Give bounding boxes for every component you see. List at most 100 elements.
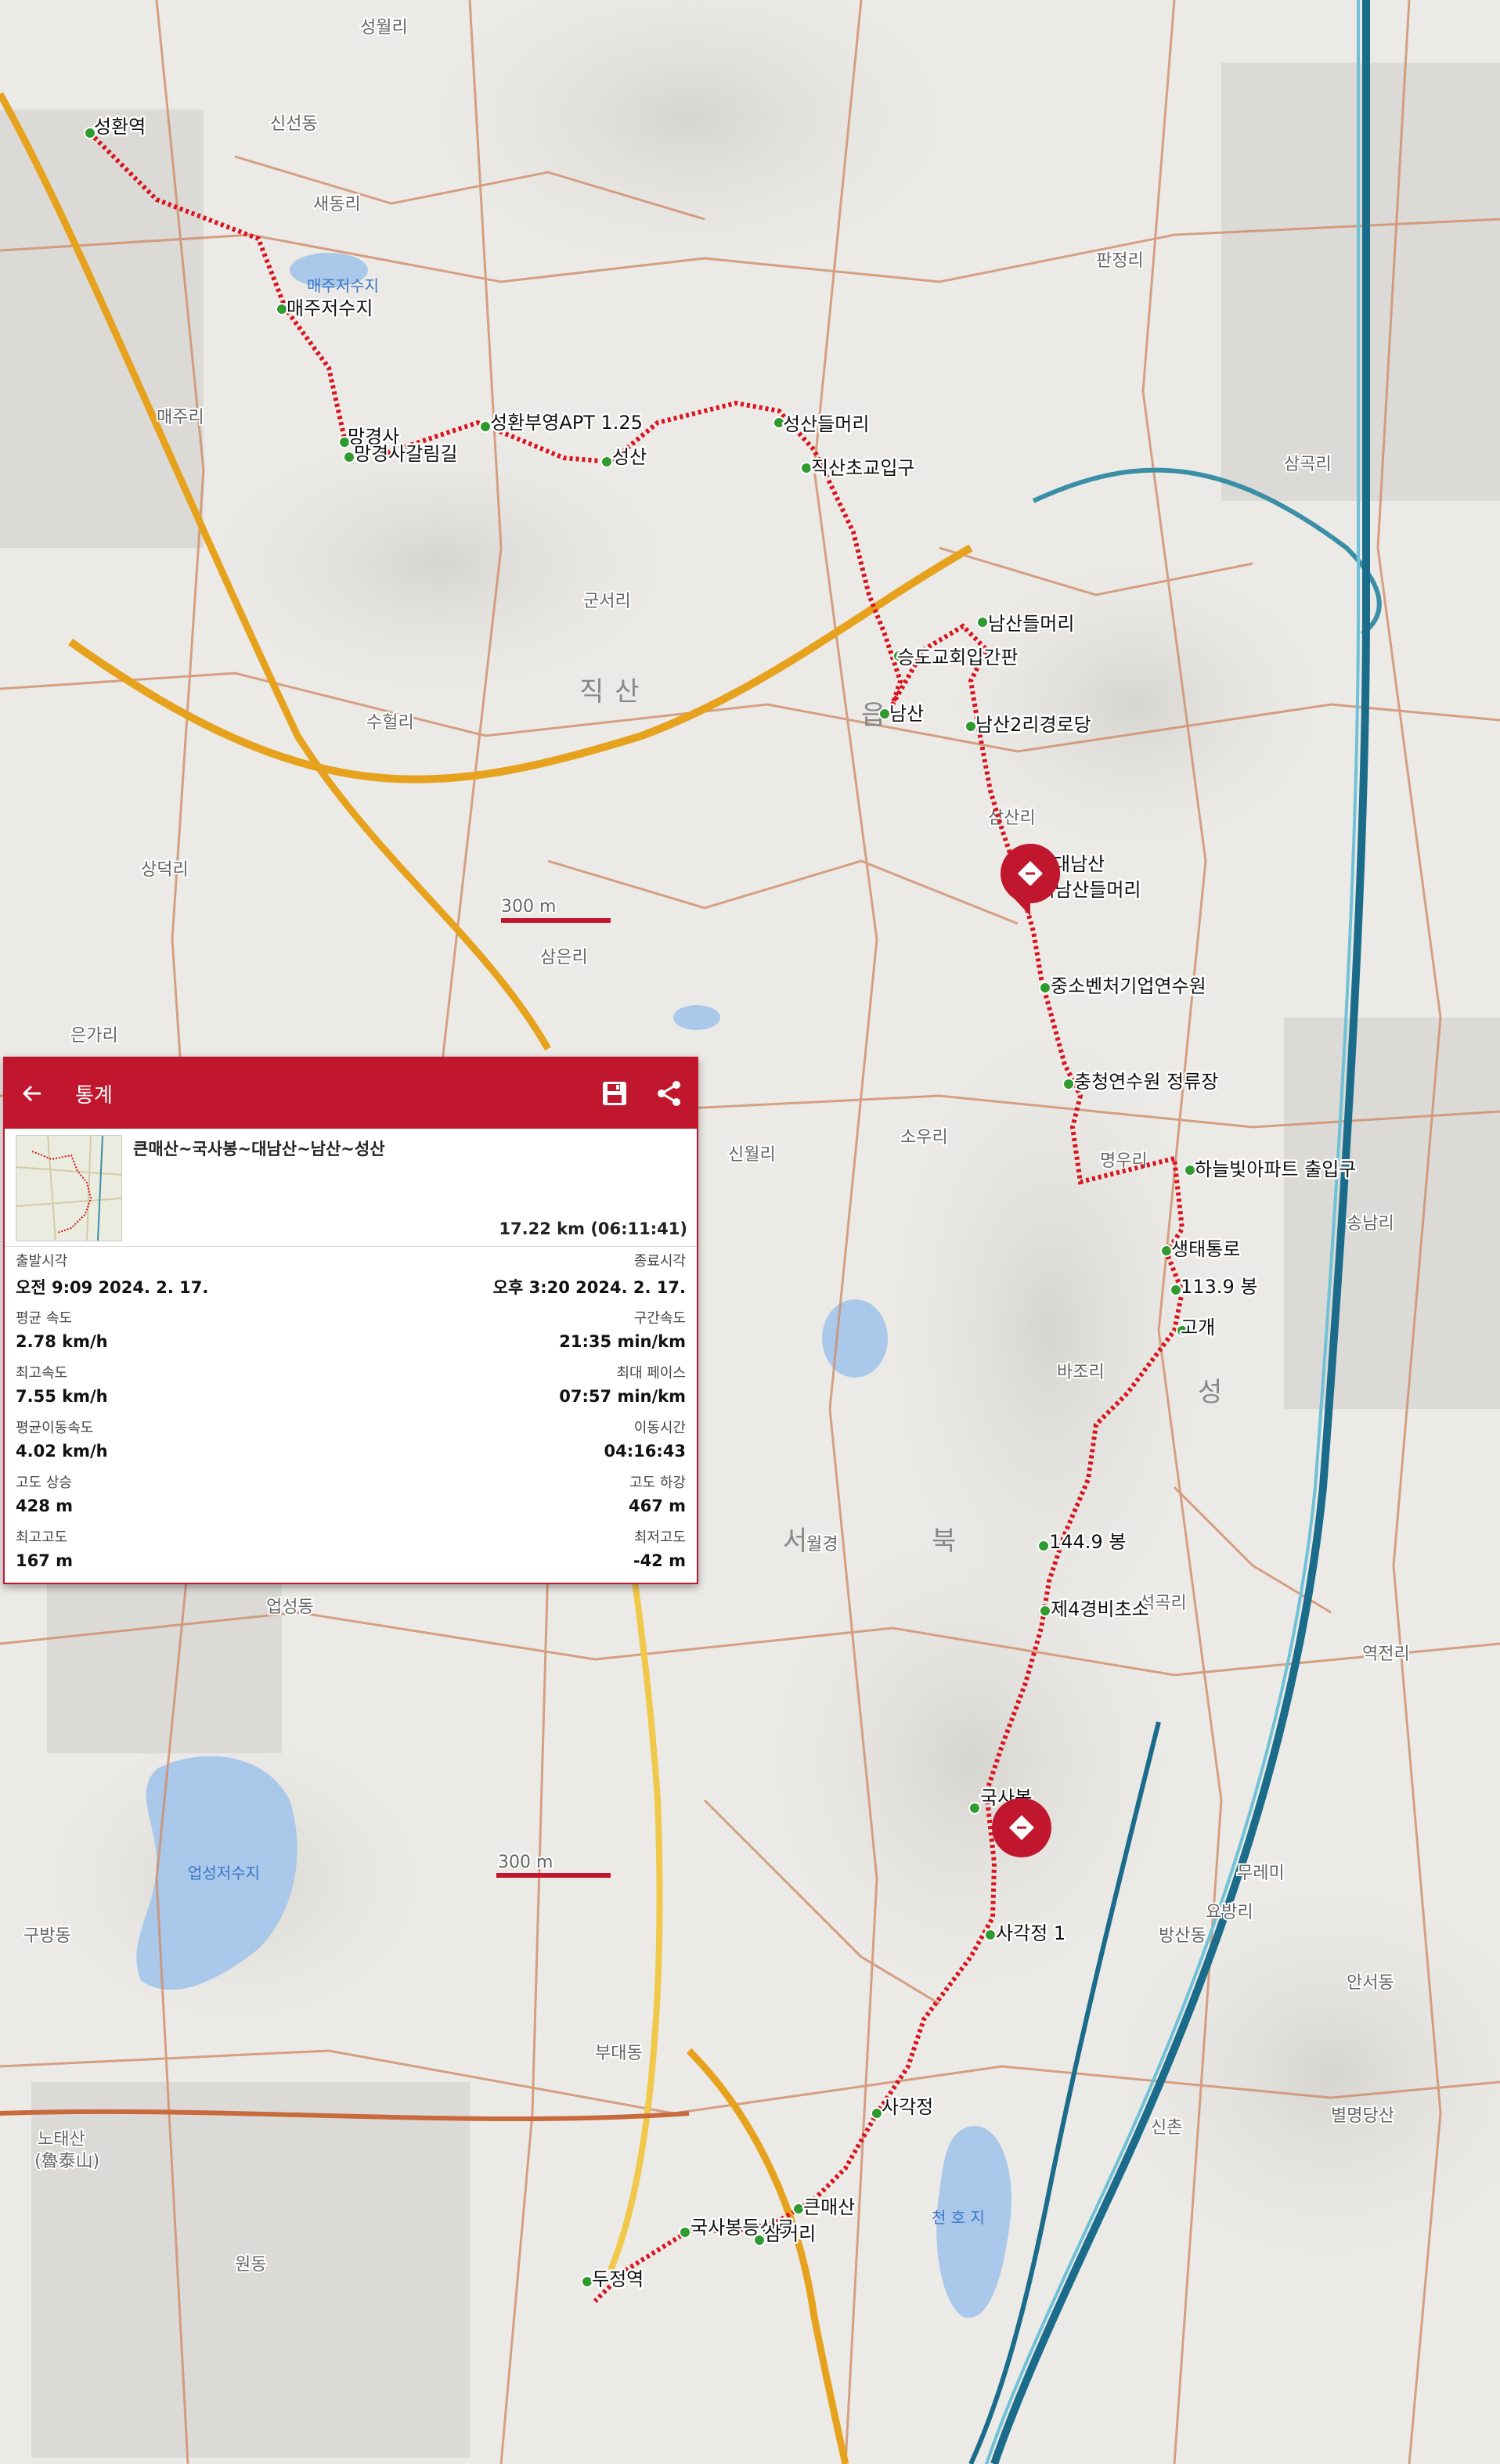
start-time-value: 오전 9:09 2024. 2. 17. bbox=[16, 1278, 209, 1297]
waypoint-label: 113.9 봉 bbox=[1181, 1276, 1257, 1298]
avg-moving-speed-label: 평균이동속도 bbox=[16, 1420, 94, 1436]
track-name: 큰매산~국사봉~대남산~남산~성산 bbox=[133, 1140, 385, 1158]
statistics-panel: 통계 큰매산~국사봉~대남산~남산~성산 17.22 km (06:11:41)… bbox=[3, 1057, 698, 1584]
waypoint-label: 두정역 bbox=[592, 2268, 644, 2290]
save-button[interactable] bbox=[587, 1058, 642, 1129]
svg-text:북: 북 bbox=[932, 1526, 967, 1557]
svg-text:요방리: 요방리 bbox=[1206, 1903, 1253, 1922]
track-thumbnail bbox=[16, 1135, 122, 1241]
waypoint-label: 고개 bbox=[1181, 1317, 1215, 1338]
arrow-left-icon bbox=[22, 1085, 41, 1102]
start-time-label: 출발시각 bbox=[16, 1253, 68, 1270]
svg-text:군서리: 군서리 bbox=[583, 592, 631, 611]
svg-text:신월리: 신월리 bbox=[728, 1145, 776, 1165]
svg-text:무레미: 무레미 bbox=[1237, 1864, 1285, 1883]
avg-moving-speed-value: 4.02 km/h bbox=[16, 1442, 108, 1461]
waypoint-label: 성환부영APT 1.25 bbox=[490, 412, 643, 434]
svg-text:원동: 원동 bbox=[235, 2255, 266, 2275]
svg-text:직산: 직산 bbox=[579, 676, 651, 708]
elevation-gain-label: 고도 상승 bbox=[16, 1475, 72, 1491]
svg-text:은가리: 은가리 bbox=[70, 1026, 118, 1046]
svg-text:판정리: 판정리 bbox=[1096, 251, 1144, 271]
stat-row: 고도 상승 428 m 고도 하강 467 m bbox=[16, 1466, 686, 1521]
svg-text:매주저수지: 매주저수지 bbox=[307, 276, 379, 295]
waypoint-label: 생태통로 bbox=[1171, 1238, 1240, 1260]
svg-text:매주리: 매주리 bbox=[157, 408, 204, 427]
svg-text:(魯泰山): (魯泰山) bbox=[34, 2152, 99, 2171]
min-altitude-label: 최저고도 bbox=[633, 1529, 686, 1546]
waypoint-label: 성환역 bbox=[94, 116, 146, 138]
avg-speed-value: 2.78 km/h bbox=[16, 1332, 108, 1351]
max-speed-label: 최고속도 bbox=[16, 1365, 68, 1381]
stat-row: 출발시각오전 9:09 2024. 2. 17. 종료시각오후 3:20 202… bbox=[16, 1247, 686, 1302]
waypoint-label: 144.9 봉 bbox=[1049, 1531, 1126, 1553]
waypoint-label: 성산 bbox=[612, 446, 647, 468]
svg-text:천 호 지: 천 호 지 bbox=[932, 2208, 985, 2227]
elevation-loss-label: 고도 하강 bbox=[629, 1475, 686, 1491]
svg-text:신촌: 신촌 bbox=[1151, 2118, 1182, 2138]
end-time-label: 종료시각 bbox=[633, 1253, 686, 1270]
waypoint-label: 사각정 1 bbox=[996, 1922, 1066, 1944]
track-distance: 17.22 km (06:11:41) bbox=[499, 1219, 687, 1238]
svg-text:성월리: 성월리 bbox=[360, 18, 408, 38]
waypoint-label: 남산들머리 bbox=[988, 613, 1074, 635]
waypoint-label: 성산들머리 bbox=[783, 413, 869, 435]
waypoint-label: 매주저수지 bbox=[287, 297, 373, 319]
waypoint-label: 중소벤처기업연수원 bbox=[1051, 975, 1206, 997]
pace-value: 21:35 min/km bbox=[559, 1332, 686, 1351]
svg-text:명우리: 명우리 bbox=[1100, 1151, 1148, 1171]
end-time-value: 오후 3:20 2024. 2. 17. bbox=[492, 1278, 686, 1297]
stat-row: 평균 속도 2.78 km/h 구간속도 21:35 min/km bbox=[16, 1302, 686, 1356]
svg-text:삼산리: 삼산리 bbox=[988, 809, 1036, 828]
max-altitude-value: 167 m bbox=[16, 1551, 74, 1570]
svg-text:300 m: 300 m bbox=[498, 1853, 553, 1872]
svg-text:역전리: 역전리 bbox=[1362, 1644, 1410, 1664]
panel-header: 통계 bbox=[5, 1058, 697, 1129]
svg-text:소우리: 소우리 bbox=[900, 1128, 948, 1147]
svg-text:구방동: 구방동 bbox=[23, 1926, 71, 1946]
waypoint-label: 큰매산 bbox=[803, 2196, 855, 2218]
svg-text:송남리: 송남리 bbox=[1347, 1214, 1394, 1234]
max-pace-label: 최대 페이스 bbox=[616, 1365, 686, 1381]
waypoint-label: 충청연수원 정류장 bbox=[1074, 1071, 1218, 1093]
share-icon bbox=[658, 1081, 680, 1106]
svg-text:안서동: 안서동 bbox=[1347, 1973, 1394, 1993]
svg-text:방산동: 방산동 bbox=[1159, 1926, 1206, 1946]
svg-text:바조리: 바조리 bbox=[1057, 1363, 1105, 1382]
waypoint-label: 하늘빛아파트 출입구 bbox=[1195, 1158, 1356, 1180]
track-summary[interactable]: 큰매산~국사봉~대남산~남산~성산 17.22 km (06:11:41) bbox=[5, 1129, 697, 1247]
max-altitude-label: 최고고도 bbox=[16, 1529, 68, 1546]
waypoint-label: 직산초교입구 bbox=[811, 457, 914, 479]
waypoint-label: 남산 bbox=[889, 703, 924, 725]
scale-bar-bottom: 300 m bbox=[496, 1851, 611, 1878]
stat-row: 최고고도 167 m 최저고도 -42 m bbox=[16, 1521, 686, 1576]
stats-list: 출발시각오전 9:09 2024. 2. 17. 종료시각오후 3:20 202… bbox=[5, 1247, 697, 1576]
share-button[interactable] bbox=[642, 1058, 697, 1129]
min-altitude-value: -42 m bbox=[633, 1551, 686, 1570]
elevation-loss-value: 467 m bbox=[628, 1497, 686, 1515]
waypoint-label: 망경사갈림길 bbox=[354, 443, 457, 465]
scale-bar-top: 300 m bbox=[499, 895, 611, 923]
elevation-gain-value: 428 m bbox=[16, 1497, 74, 1515]
svg-text:새동리: 새동리 bbox=[313, 195, 361, 214]
svg-text:노태산: 노태산 bbox=[38, 2130, 85, 2149]
waypoint-label: 삼거리 bbox=[764, 2223, 816, 2245]
moving-time-value: 04:16:43 bbox=[604, 1442, 686, 1461]
svg-text:성: 성 bbox=[1198, 1377, 1233, 1408]
stat-row: 평균이동속도 4.02 km/h 이동시간 04:16:43 bbox=[16, 1411, 686, 1466]
waypoint-label: 사각정 bbox=[882, 2096, 933, 2118]
map-pin-icon[interactable] bbox=[992, 1798, 1051, 1857]
waypoint-label: 승도교회입간판 bbox=[897, 647, 1019, 668]
moving-time-label: 이동시간 bbox=[633, 1420, 686, 1436]
max-speed-value: 7.55 km/h bbox=[16, 1387, 108, 1406]
svg-text:신선동: 신선동 bbox=[270, 114, 318, 134]
svg-text:수헐리: 수헐리 bbox=[366, 713, 414, 733]
stat-row: 최고속도 7.55 km/h 최대 페이스 07:57 min/km bbox=[16, 1356, 686, 1411]
waypoint-label: 대남산 bbox=[1053, 853, 1105, 875]
waypoint-label: 남산2리경로당 bbox=[975, 714, 1091, 736]
map-pin-icon[interactable] bbox=[1001, 844, 1060, 916]
back-button[interactable] bbox=[5, 1058, 59, 1129]
svg-text:부대동: 부대동 bbox=[595, 2044, 643, 2063]
svg-text:월경: 월경 bbox=[806, 1535, 838, 1554]
pace-label: 구간속도 bbox=[633, 1310, 686, 1327]
